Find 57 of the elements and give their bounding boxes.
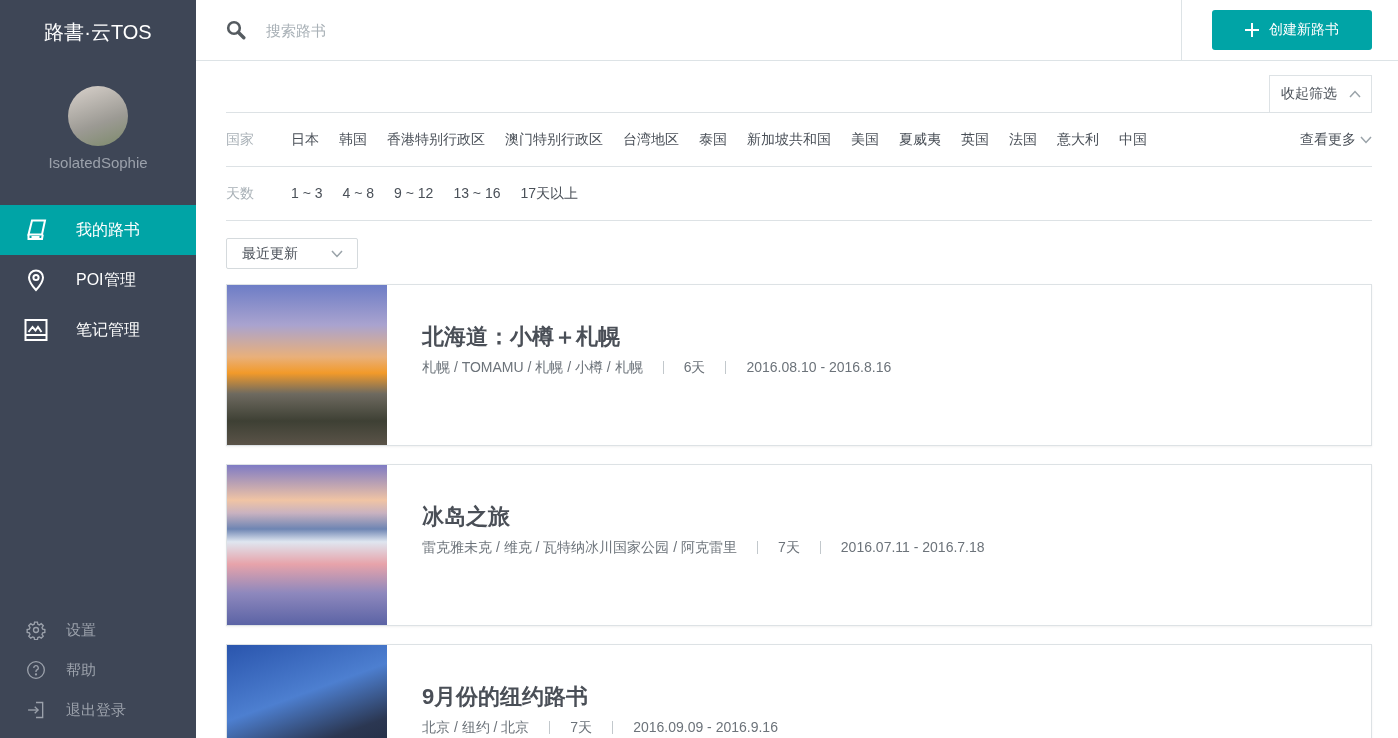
filter-option[interactable]: 意大利 bbox=[1057, 130, 1099, 149]
trip-duration: 7天 bbox=[778, 538, 800, 557]
search-icon bbox=[226, 20, 246, 40]
trip-card[interactable]: 北海道：小樽＋札幌 札幌 / TOMAMU / 札幌 / 小樽 / 札幌 6天 2016.08.10 - 2016.8.16 bbox=[226, 284, 1372, 446]
trip-duration: 6天 bbox=[683, 358, 706, 377]
filter-option[interactable]: 中国 bbox=[1119, 130, 1147, 149]
filter-option[interactable]: 美国 bbox=[851, 130, 879, 149]
filter-option[interactable]: 法国 bbox=[1009, 130, 1037, 149]
plus-icon bbox=[1245, 23, 1259, 37]
trip-route: 北京 / 纽约 / 北京 bbox=[422, 718, 530, 737]
nav-item[interactable]: 笔记管理 bbox=[0, 305, 196, 355]
trip-card[interactable]: 9月份的纽约路书 北京 / 纽约 / 北京 7天 2016.09.09 - 2016.9.16 bbox=[226, 644, 1372, 738]
nav-item[interactable]: POI管理 bbox=[0, 255, 196, 305]
sort-dropdown[interactable]: 最近更新 bbox=[226, 238, 358, 269]
trip-dates: 2016.08.10 - 2016.8.16 bbox=[746, 358, 892, 377]
chevron-down-icon bbox=[331, 249, 343, 258]
filter-option[interactable]: 9 ~ 12 bbox=[394, 184, 434, 203]
trip-route: 雷克雅未克 / 维克 / 瓦特纳冰川国家公园 / 阿克雷里 bbox=[422, 538, 737, 557]
trip-card[interactable]: 冰岛之旅 雷克雅未克 / 维克 / 瓦特纳冰川国家公园 / 阿克雷里 7天 2016.07.11 - 2016.7.18 bbox=[226, 464, 1372, 626]
picture-icon bbox=[24, 318, 48, 342]
chevron-up-icon bbox=[1349, 90, 1361, 98]
filter-option[interactable]: 17天以上 bbox=[520, 184, 579, 203]
filter-option[interactable]: 夏威夷 bbox=[899, 130, 941, 149]
book-icon bbox=[24, 218, 48, 242]
collapse-filter-button[interactable]: 收起筛选 bbox=[1269, 75, 1372, 112]
chevron-down-icon bbox=[1360, 135, 1372, 144]
filter-option[interactable]: 4 ~ 8 bbox=[342, 184, 375, 203]
avatar bbox=[68, 86, 128, 146]
see-more-link[interactable]: 查看更多 bbox=[1300, 130, 1372, 149]
filter-option[interactable]: 台湾地区 bbox=[623, 130, 679, 149]
filter-label: 天数 bbox=[226, 184, 255, 203]
trip-dates: 2016.09.09 - 2016.9.16 bbox=[633, 718, 778, 737]
trip-route: 札幌 / TOMAMU / 札幌 / 小樽 / 札幌 bbox=[422, 358, 643, 377]
trip-title: 北海道：小樽＋札幌 bbox=[422, 323, 621, 351]
filter-option[interactable]: 新加坡共和国 bbox=[747, 130, 831, 149]
sidebar-link[interactable]: 帮助 bbox=[0, 650, 196, 690]
trip-title: 9月份的纽约路书 bbox=[422, 683, 590, 711]
sidebar-link[interactable]: 退出登录 bbox=[0, 690, 196, 730]
filter-option[interactable]: 英国 bbox=[961, 130, 989, 149]
username: IsolatedSophie bbox=[48, 154, 148, 172]
filter-option[interactable]: 香港特别行政区 bbox=[387, 130, 485, 149]
filter-option[interactable]: 13 ~ 16 bbox=[453, 184, 501, 203]
settings-icon bbox=[26, 620, 46, 640]
logout-icon bbox=[26, 700, 46, 720]
filter-label: 国家 bbox=[226, 130, 255, 149]
filter-option[interactable]: 1 ~ 3 bbox=[291, 184, 323, 203]
search-field[interactable]: 搜索路书 bbox=[266, 15, 1181, 45]
trip-duration: 7天 bbox=[570, 718, 593, 737]
help-icon bbox=[26, 660, 46, 680]
sidebar-link[interactable]: 设置 bbox=[0, 610, 196, 650]
filter-option[interactable]: 澳门特别行政区 bbox=[505, 130, 603, 149]
filter-option[interactable]: 韩国 bbox=[339, 130, 367, 149]
filter-option[interactable]: 泰国 bbox=[699, 130, 727, 149]
filter-option[interactable]: 日本 bbox=[291, 130, 319, 149]
logo: 路書·云TOS bbox=[44, 20, 152, 44]
trip-dates: 2016.07.11 - 2016.7.18 bbox=[840, 538, 985, 557]
trip-title: 冰岛之旅 bbox=[422, 503, 511, 531]
